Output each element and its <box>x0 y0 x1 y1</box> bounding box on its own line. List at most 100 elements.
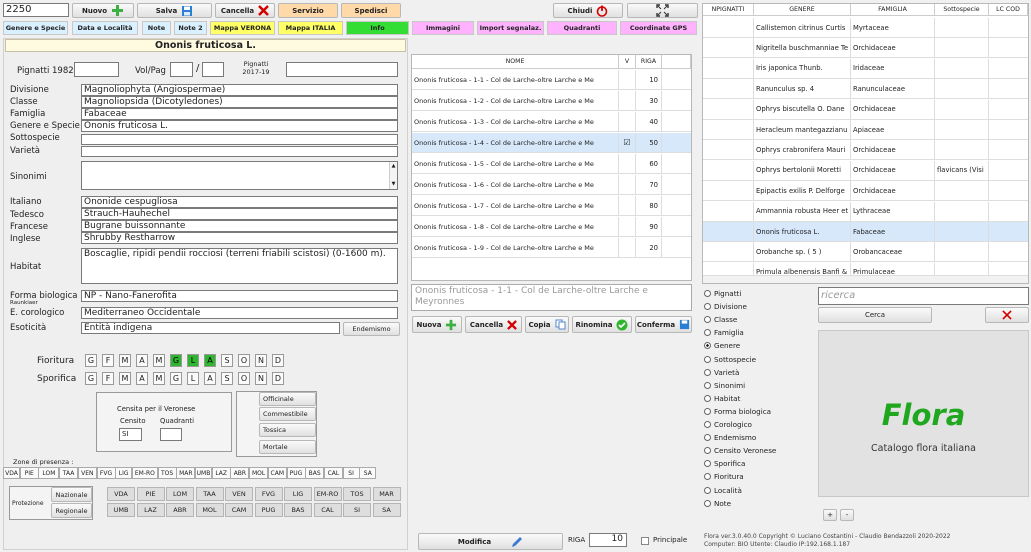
plus-small-button[interactable]: + <box>823 509 837 521</box>
zone-lom[interactable]: LOM <box>38 467 60 479</box>
col-famiglia-header[interactable]: FAMIGLIA <box>851 4 935 15</box>
fioritura-month-1[interactable]: F <box>102 354 114 367</box>
protezione-prot_row2-9[interactable]: SA <box>372 503 401 517</box>
inglese-field[interactable]: Shrubby Restharrow <box>81 232 398 244</box>
principale-checkbox[interactable] <box>641 537 649 545</box>
image-visible-cell[interactable] <box>619 70 636 89</box>
protezione-prot_row1-5[interactable]: FVG <box>254 487 283 501</box>
radio-dot[interactable] <box>704 434 711 442</box>
sporifica-month-1[interactable]: F <box>102 372 114 385</box>
search-option-habitat[interactable]: Habitat <box>704 394 740 403</box>
search-option-sporifica[interactable]: Sporifica <box>704 459 745 468</box>
radio-dot[interactable] <box>704 368 711 376</box>
search-option-sinonimi[interactable]: Sinonimi <box>704 381 745 390</box>
zone-tos[interactable]: TOS <box>157 467 177 479</box>
zone-taa[interactable]: TAA <box>59 467 79 479</box>
zone-pug[interactable]: PUG <box>286 467 306 479</box>
col-nome-header[interactable]: NOME <box>412 55 619 68</box>
radio-dot[interactable] <box>704 394 711 402</box>
zone-abr[interactable]: ABR <box>230 467 250 479</box>
col-v-header[interactable]: V <box>619 55 636 68</box>
search-input[interactable]: ricerca <box>818 287 1029 305</box>
image-row[interactable]: Ononis fruticosa - 1-6 - Col de Larche-o… <box>412 175 691 195</box>
protezione-prot_row1-6[interactable]: LIG <box>284 487 312 501</box>
pignatti-1982-field[interactable] <box>74 62 119 77</box>
tab-info[interactable]: Info <box>346 21 409 35</box>
nuova-button[interactable]: Nuova <box>412 316 462 333</box>
spedisci-button[interactable]: Spedisci <box>341 3 401 18</box>
fioritura-month-8[interactable]: S <box>221 354 233 367</box>
species-row[interactable]: Heracleum mantegazzianu Apiaceae <box>703 120 1028 140</box>
radio-dot[interactable] <box>704 486 711 494</box>
copia-button[interactable]: Copia <box>525 316 569 333</box>
species-hscrollbar[interactable] <box>703 275 1028 283</box>
pag-field[interactable] <box>202 62 224 77</box>
cerca-button[interactable]: Cerca <box>818 307 932 323</box>
search-option-endemismo[interactable]: Endemismo <box>704 433 756 442</box>
zone-umb[interactable]: UMB <box>195 467 212 479</box>
protezione-prot_row1-8[interactable]: TOS <box>343 487 371 501</box>
protezione-prot_row2-4[interactable]: CAM <box>225 503 253 517</box>
zone-sa[interactable]: SA <box>359 467 377 479</box>
fioritura-month-2[interactable]: M <box>119 354 131 367</box>
tab-data-localita[interactable]: Data e Località <box>72 21 138 35</box>
protezione-prot_row1-1[interactable]: PIE <box>136 487 165 501</box>
species-row[interactable]: Ranunculus sp. 4 Ranunculaceae <box>703 79 1028 100</box>
search-option-note[interactable]: Note <box>704 499 731 508</box>
search-option-genere[interactable]: Genere <box>704 341 740 350</box>
search-option-pignatti[interactable]: Pignatti <box>704 289 741 298</box>
image-row[interactable]: Ononis fruticosa - 1-1 - Col de Larche-o… <box>412 70 691 90</box>
fioritura-month-3[interactable]: A <box>136 354 148 367</box>
rinomina-button[interactable]: Rinomina <box>572 316 632 333</box>
sporifica-month-2[interactable]: M <box>119 372 131 385</box>
zone-si[interactable]: SI <box>342 467 360 479</box>
cancella-button[interactable]: Cancella <box>215 3 275 18</box>
zone-mol[interactable]: MOL <box>249 467 269 479</box>
search-option-divisione[interactable]: Divisione <box>704 302 747 311</box>
species-row[interactable]: Iris japonica Thunb. Iridaceae <box>703 58 1028 79</box>
modifica-button[interactable]: Modifica <box>418 533 563 550</box>
tab-coordinate-gps[interactable]: Coordinate GPS <box>620 21 697 35</box>
col-sottospecie-header[interactable]: Sottospecie <box>935 4 989 15</box>
officinale-toggle[interactable]: Officinale <box>259 392 316 406</box>
fioritura-month-4[interactable]: M <box>153 354 165 367</box>
image-row[interactable]: Ononis fruticosa - 1-2 - Col de Larche-o… <box>412 91 691 111</box>
species-row[interactable]: Ophrys biscutella O. Dane Orchidaceae <box>703 99 1028 120</box>
genere-specie-field[interactable]: Ononis fruticosa L. <box>81 120 398 132</box>
minus-small-button[interactable]: - <box>840 509 854 521</box>
zone-em-ro[interactable]: EM-RO <box>131 467 158 479</box>
protezione-prot_row1-0[interactable]: VDA <box>107 487 135 501</box>
conferma-button[interactable]: Conferma <box>635 316 692 333</box>
sporifica-month-6[interactable]: L <box>187 372 199 385</box>
fioritura-month-10[interactable]: N <box>255 354 267 367</box>
tab-import-segnalaz[interactable]: Import segnalaz. <box>477 21 544 35</box>
tab-mappa-verona[interactable]: Mappa VERONA <box>210 21 275 35</box>
tab-genere-specie[interactable]: Genere e Specie <box>3 21 68 35</box>
protezione-prot_row1-4[interactable]: VEN <box>225 487 253 501</box>
tab-quadranti[interactable]: Quadranti <box>547 21 617 35</box>
image-visible-cell[interactable] <box>619 217 636 236</box>
sporifica-month-11[interactable]: D <box>272 372 284 385</box>
image-visible-cell[interactable] <box>619 175 636 194</box>
tab-note[interactable]: Note <box>142 21 171 35</box>
radio-dot[interactable] <box>704 342 711 350</box>
radio-dot[interactable] <box>704 355 711 363</box>
species-row[interactable]: Orobanche sp. ( 5 ) Orobancaceae <box>703 242 1028 263</box>
image-row[interactable]: Ononis fruticosa - 1-7 - Col de Larche-o… <box>412 196 691 216</box>
zone-cal[interactable]: CAL <box>323 467 343 479</box>
image-visible-cell[interactable] <box>619 112 636 131</box>
zone-cam[interactable]: CAM <box>267 467 287 479</box>
divisione-field[interactable]: Magnoliophyta (Angiospermae) <box>81 84 398 96</box>
servizio-button[interactable]: Servizio <box>278 3 338 18</box>
salva-button[interactable]: Salva <box>137 3 212 18</box>
protezione-prot_row1-9[interactable]: MAR <box>372 487 401 501</box>
species-row[interactable]: Ammannia robusta Heer et Lythraceae <box>703 201 1028 222</box>
radio-dot[interactable] <box>704 316 711 324</box>
radio-dot[interactable] <box>704 473 711 481</box>
protezione-prot_row2-8[interactable]: SI <box>343 503 371 517</box>
fioritura-month-0[interactable]: G <box>85 354 97 367</box>
zone-bas[interactable]: BAS <box>305 467 325 479</box>
zone-pie[interactable]: PIE <box>19 467 39 479</box>
species-row[interactable]: Ononis fruticosa L. Fabaceae <box>703 222 1028 242</box>
sporifica-month-4[interactable]: M <box>153 372 165 385</box>
